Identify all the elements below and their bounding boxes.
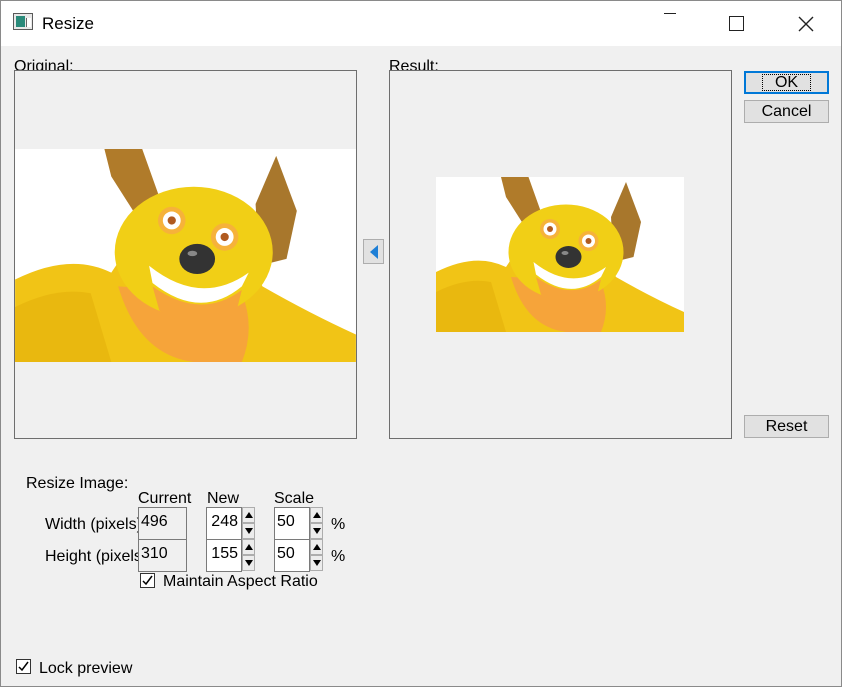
minimize-icon — [664, 13, 676, 14]
height-current-field: 310 — [138, 539, 187, 572]
close-button[interactable] — [783, 1, 829, 46]
width-new-stepper[interactable] — [242, 507, 255, 540]
width-percent-label: % — [331, 516, 346, 533]
height-scale-stepper[interactable] — [310, 539, 323, 572]
close-icon — [798, 16, 814, 31]
caret-up-icon — [313, 512, 321, 518]
width-current-field: 496 — [138, 507, 187, 540]
spin-down-button[interactable] — [310, 523, 323, 539]
ok-button-label: OK — [761, 74, 812, 91]
width-scale-stepper[interactable] — [310, 507, 323, 540]
resize-dialog: Resize Original: Result: OK Cancel Reset… — [0, 0, 842, 687]
width-new-input[interactable]: 248 — [206, 507, 242, 540]
arrow-left-icon — [370, 245, 378, 259]
checkmark-icon — [142, 575, 153, 586]
height-new-stepper[interactable] — [242, 539, 255, 572]
spin-up-button[interactable] — [310, 507, 323, 523]
spin-up-button[interactable] — [242, 539, 255, 555]
caret-down-icon — [313, 528, 321, 534]
result-preview — [389, 70, 732, 439]
window-title: Resize — [42, 14, 94, 33]
maintain-aspect-label[interactable]: Maintain Aspect Ratio — [163, 573, 318, 591]
transfer-arrow-button[interactable] — [363, 239, 384, 264]
reset-button[interactable]: Reset — [744, 415, 829, 438]
caret-up-icon — [313, 544, 321, 550]
original-image — [15, 149, 356, 362]
caret-down-icon — [245, 560, 253, 566]
resize-image-label: Resize Image: — [26, 475, 129, 492]
spin-down-button[interactable] — [310, 555, 323, 571]
title-bar: Resize — [1, 1, 841, 46]
height-percent-label: % — [331, 548, 346, 565]
height-scale-input[interactable]: 50 — [274, 539, 310, 572]
caret-up-icon — [245, 512, 253, 518]
height-new-input[interactable]: 155 — [206, 539, 242, 572]
current-header: Current — [138, 490, 192, 507]
caret-down-icon — [313, 560, 321, 566]
scale-header: Scale — [274, 490, 315, 507]
caret-down-icon — [245, 528, 253, 534]
cancel-button[interactable]: Cancel — [744, 100, 829, 123]
width-scale-input[interactable]: 50 — [274, 507, 310, 540]
width-label: Width (pixels) — [45, 516, 140, 533]
spin-down-button[interactable] — [242, 555, 255, 571]
maximize-button[interactable] — [713, 1, 759, 46]
spin-up-button[interactable] — [310, 539, 323, 555]
spin-up-button[interactable] — [242, 507, 255, 523]
original-preview — [14, 70, 357, 439]
caret-up-icon — [245, 544, 253, 550]
new-header: New — [207, 490, 240, 507]
maximize-icon — [728, 16, 744, 31]
lock-preview-label[interactable]: Lock preview — [39, 660, 132, 678]
checkmark-icon — [18, 661, 29, 672]
ok-button[interactable]: OK — [744, 71, 829, 94]
maintain-aspect-checkbox[interactable] — [140, 573, 155, 588]
spin-down-button[interactable] — [242, 523, 255, 539]
app-icon — [13, 13, 33, 30]
result-image — [436, 177, 684, 332]
height-label: Height (pixels) — [45, 548, 140, 565]
lock-preview-checkbox[interactable] — [16, 659, 31, 674]
minimize-button[interactable] — [647, 1, 693, 46]
